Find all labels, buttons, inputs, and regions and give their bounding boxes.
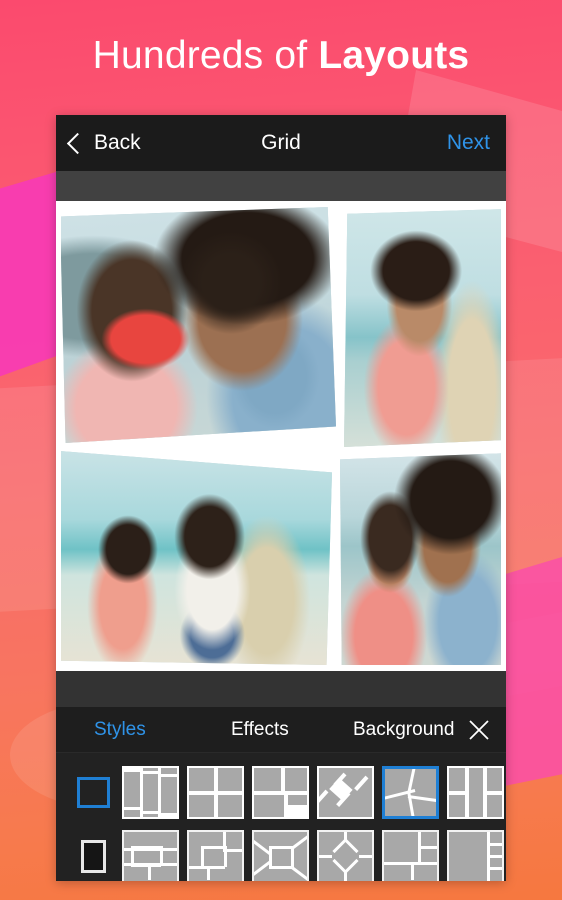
thumb-preview: [189, 831, 242, 881]
thumb-preview: [449, 767, 502, 817]
portrait-ratio-selector[interactable]: [64, 839, 122, 873]
thumb-preview: [254, 831, 307, 881]
photo-woman-with-surfboard: [344, 209, 506, 447]
thumb-preview: [449, 831, 502, 881]
next-button[interactable]: Next: [447, 115, 490, 171]
thumb-preview: [124, 831, 177, 881]
square-ratio-selector[interactable]: [64, 776, 122, 808]
collage-photo-top-left[interactable]: [60, 207, 336, 443]
layout-thumb-two-by-two-grid[interactable]: [187, 765, 244, 819]
layout-thumb-two-by-two-offset-grid[interactable]: [252, 765, 309, 819]
collage-photo-bottom-left[interactable]: [60, 451, 332, 665]
photo-couple-with-red-camera: [60, 207, 336, 443]
tab-background[interactable]: Background: [353, 707, 454, 752]
collage-divider-outer-top: [56, 201, 506, 207]
navbar-title: Grid: [261, 131, 301, 154]
close-x-icon: [469, 719, 489, 740]
phone-screen: Back Grid Next Styles Effects Background: [56, 115, 506, 881]
layout-thumb-center-frame-perspective[interactable]: [252, 829, 309, 881]
square-ratio-icon: [76, 776, 110, 808]
collage-divider-outer-bottom: [56, 665, 506, 671]
layout-thumbnail-panel: [56, 753, 506, 881]
thumb-preview: [319, 767, 372, 817]
layout-thumb-three-vertical-panels[interactable]: [122, 765, 179, 819]
photo-couple-selfie: [340, 453, 506, 665]
collage-photo-bottom-right[interactable]: [340, 453, 506, 665]
page-title-bold: Layouts: [318, 34, 470, 77]
layout-thumb-diamond-center[interactable]: [317, 829, 374, 881]
page-title-regular: Hundreds of: [92, 34, 319, 77]
layout-thumbnail-row-portrait: [56, 824, 506, 881]
tab-effects[interactable]: Effects: [231, 707, 289, 752]
navbar-subbar: [56, 171, 506, 201]
thumb-preview: [385, 768, 436, 816]
photo-couple-walking-beach: [60, 451, 332, 665]
app-store-screenshot: Hundreds of Layouts Back Grid Next Style…: [0, 0, 562, 900]
close-button[interactable]: [466, 707, 492, 752]
layout-thumb-center-horizontal-band[interactable]: [122, 829, 179, 881]
collage-canvas[interactable]: [56, 201, 506, 671]
layout-thumb-pinwheel-diamond[interactable]: [317, 765, 374, 819]
page-title: Hundreds of Layouts: [0, 32, 562, 80]
layout-thumb-nested-corner-squares[interactable]: [187, 829, 244, 881]
layout-thumb-large-left-with-four-strips[interactable]: [447, 829, 504, 881]
app-navbar: Back Grid Next: [56, 115, 506, 171]
editor-tabbar: Styles Effects Background: [56, 707, 506, 753]
thumb-preview: [124, 767, 177, 817]
layout-thumb-three-columns-split-right[interactable]: [447, 765, 504, 819]
collage-bottom-spacer: [56, 671, 506, 707]
thumb-preview: [189, 767, 242, 817]
layout-thumbnail-row-square: [56, 760, 506, 824]
thumb-preview: [319, 831, 372, 881]
layout-thumb-slanted-four-split[interactable]: [382, 765, 439, 819]
collage-photo-top-right[interactable]: [344, 209, 506, 447]
thumb-preview: [254, 767, 307, 817]
tab-styles[interactable]: Styles: [94, 707, 146, 752]
portrait-ratio-icon: [80, 839, 106, 873]
thumb-preview: [384, 831, 437, 881]
layout-thumb-large-left-with-stack[interactable]: [382, 829, 439, 881]
